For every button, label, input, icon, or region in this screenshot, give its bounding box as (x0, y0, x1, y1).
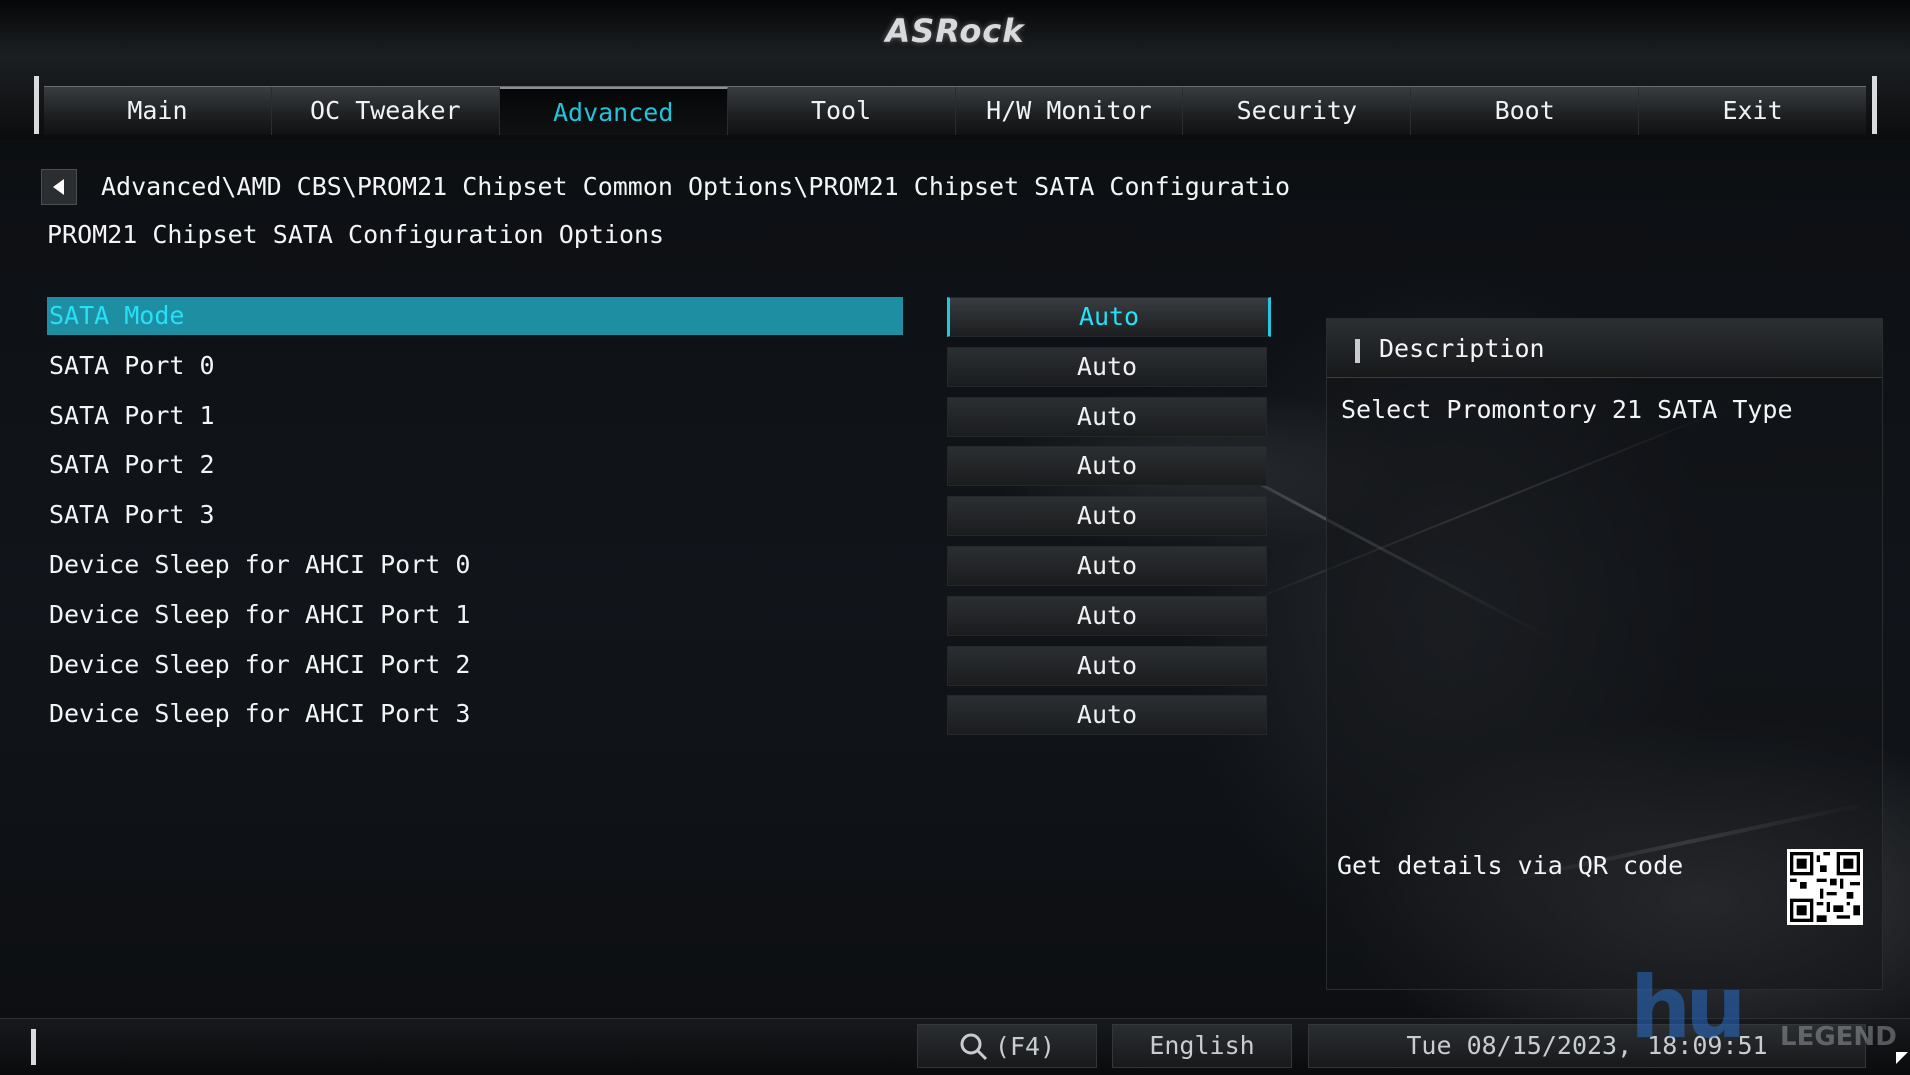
language-button[interactable]: English (1112, 1024, 1292, 1068)
setting-value-sata-port-0[interactable]: Auto (947, 347, 1267, 387)
setting-value-devsleep-port-2[interactable]: Auto (947, 646, 1267, 686)
qr-label: Get details via QR code (1337, 851, 1684, 880)
setting-label-devsleep-port-2[interactable]: Device Sleep for AHCI Port 2 (47, 646, 903, 684)
setting-value-devsleep-port-1[interactable]: Auto (947, 596, 1267, 636)
setting-label-sata-port-3[interactable]: SATA Port 3 (47, 496, 903, 534)
setting-value-sata-port-3[interactable]: Auto (947, 496, 1267, 536)
description-marker (1355, 339, 1360, 363)
search-button[interactable]: (F4) (917, 1024, 1097, 1068)
main-tab-bar: Main OC Tweaker Advanced Tool H/W Monito… (44, 86, 1866, 135)
description-header: Description (1327, 319, 1882, 378)
description-text: Select Promontory 21 SATA Type (1341, 395, 1793, 424)
tab-exit[interactable]: Exit (1639, 87, 1866, 135)
header-edge-right (1872, 76, 1877, 134)
header-bar: ASRock Main OC Tweaker Advanced Tool H/W… (0, 0, 1910, 140)
setting-label-devsleep-port-0[interactable]: Device Sleep for AHCI Port 0 (47, 546, 903, 584)
tab-tool[interactable]: Tool (728, 87, 956, 135)
setting-label-devsleep-port-3[interactable]: Device Sleep for AHCI Port 3 (47, 695, 903, 733)
setting-value-devsleep-port-0[interactable]: Auto (947, 546, 1267, 586)
setting-value-sata-mode[interactable]: Auto (947, 297, 1271, 337)
back-button[interactable] (41, 169, 77, 205)
setting-label-sata-mode[interactable]: SATA Mode (47, 297, 903, 335)
setting-value-devsleep-port-3[interactable]: Auto (947, 695, 1267, 735)
setting-value-sata-port-2[interactable]: Auto (947, 446, 1267, 486)
asrock-logo: ASRock (885, 12, 1025, 50)
tab-main[interactable]: Main (44, 87, 272, 135)
setting-label-sata-port-2[interactable]: SATA Port 2 (47, 446, 903, 484)
watermark-subtitle: LEGEND (1780, 1022, 1897, 1052)
tab-security[interactable]: Security (1183, 87, 1412, 135)
page-title: PROM21 Chipset SATA Configuration Option… (47, 220, 665, 249)
back-arrow-icon (53, 179, 64, 195)
header-edge-left (34, 76, 39, 134)
footer-edge-left (31, 1029, 36, 1065)
setting-value-sata-port-1[interactable]: Auto (947, 397, 1267, 437)
setting-label-sata-port-1[interactable]: SATA Port 1 (47, 397, 903, 435)
search-icon (960, 1033, 987, 1061)
breadcrumb: Advanced\AMD CBS\PROM21 Chipset Common O… (101, 172, 1291, 201)
description-panel: Description Select Promontory 21 SATA Ty… (1326, 318, 1883, 990)
qr-code-icon (1790, 852, 1860, 922)
search-shortcut-label: (F4) (994, 1032, 1056, 1061)
qr-code[interactable] (1787, 849, 1863, 925)
tab-advanced[interactable]: Advanced (499, 87, 728, 135)
setting-label-sata-port-0[interactable]: SATA Port 0 (47, 347, 903, 385)
setting-label-devsleep-port-1[interactable]: Device Sleep for AHCI Port 1 (47, 596, 903, 634)
description-title: Description (1379, 334, 1545, 363)
mouse-cursor-icon (1896, 1052, 1908, 1064)
tab-oc-tweaker[interactable]: OC Tweaker (272, 87, 500, 135)
tab-boot[interactable]: Boot (1411, 87, 1640, 135)
tab-hw-monitor[interactable]: H/W Monitor (956, 87, 1184, 135)
watermark-logo: hu (1630, 958, 1746, 1058)
